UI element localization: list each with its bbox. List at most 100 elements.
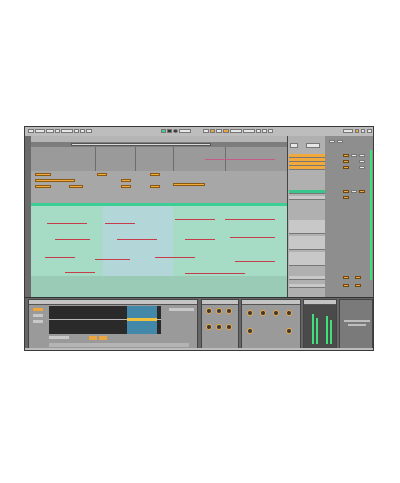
- clip-signature-field[interactable]: [33, 320, 43, 323]
- track-activator[interactable]: [343, 160, 349, 163]
- loop-toggle[interactable]: [80, 129, 85, 133]
- drop-area[interactable]: [339, 299, 373, 350]
- tone-knob[interactable]: [260, 310, 266, 316]
- track-header[interactable]: [289, 236, 325, 250]
- clip-name-field[interactable]: [33, 314, 43, 317]
- arm-button[interactable]: [355, 276, 361, 279]
- overdub-button[interactable]: [210, 129, 215, 133]
- arm-button[interactable]: [359, 160, 365, 163]
- midi-note[interactable]: [55, 239, 90, 240]
- midi-map-button[interactable]: [268, 129, 273, 133]
- midi-clip[interactable]: [97, 173, 107, 176]
- stop-icon[interactable]: [167, 129, 172, 133]
- gain-knob[interactable]: [286, 328, 292, 334]
- loop-switch[interactable]: [223, 129, 229, 133]
- master-track-header[interactable]: [289, 284, 325, 288]
- automation-line[interactable]: [205, 159, 275, 160]
- loop-start-field[interactable]: [230, 129, 242, 133]
- midi-note-editor-lower[interactable]: [31, 276, 287, 297]
- solo-button[interactable]: [351, 190, 357, 193]
- return-track-header[interactable]: [289, 276, 325, 280]
- decay-knob[interactable]: [216, 324, 222, 330]
- attack-knob[interactable]: [206, 324, 212, 330]
- track-activator[interactable]: [343, 154, 349, 157]
- midi-note[interactable]: [155, 257, 195, 258]
- midi-note[interactable]: [65, 272, 95, 273]
- track-fold-button[interactable]: [290, 143, 298, 148]
- midi-note[interactable]: [45, 257, 75, 258]
- release-knob[interactable]: [226, 324, 232, 330]
- metronome-button[interactable]: [55, 129, 60, 133]
- track-activator[interactable]: [343, 190, 349, 193]
- record-icon[interactable]: [173, 129, 178, 133]
- midi-note[interactable]: [185, 273, 245, 274]
- track-header-selected[interactable]: [289, 190, 325, 194]
- arm-button[interactable]: [359, 154, 365, 157]
- track-activator[interactable]: [343, 166, 349, 169]
- midi-clip[interactable]: [150, 185, 160, 188]
- track-activator[interactable]: [343, 196, 349, 199]
- resonance-knob[interactable]: [216, 308, 222, 314]
- midi-note[interactable]: [95, 259, 130, 260]
- position-field[interactable]: [179, 129, 191, 133]
- time-selection[interactable]: [103, 206, 173, 276]
- midi-note[interactable]: [230, 237, 275, 238]
- loop-button[interactable]: [99, 336, 107, 340]
- output-knob[interactable]: [286, 310, 292, 316]
- computer-keyboard-button[interactable]: [367, 129, 372, 133]
- session-record-button[interactable]: [216, 129, 222, 133]
- track-activator[interactable]: [343, 276, 349, 279]
- follow-button[interactable]: [74, 129, 79, 133]
- track-name-field[interactable]: [306, 143, 320, 148]
- quantize-menu[interactable]: [61, 129, 73, 133]
- overview-viewport[interactable]: [71, 143, 211, 146]
- punch-button[interactable]: [86, 129, 92, 133]
- track-header[interactable]: [289, 196, 325, 200]
- midi-note[interactable]: [225, 219, 275, 220]
- play-icon[interactable]: [161, 129, 166, 133]
- tempo-field[interactable]: [35, 129, 45, 133]
- io-toggle[interactable]: [329, 140, 335, 143]
- midi-clip[interactable]: [173, 183, 205, 186]
- zoom-field[interactable]: [169, 308, 194, 311]
- loop-length-field[interactable]: [243, 129, 255, 133]
- midi-clip[interactable]: [35, 185, 51, 188]
- midi-note[interactable]: [117, 239, 157, 240]
- midi-note[interactable]: [47, 223, 87, 224]
- envelope-knob[interactable]: [226, 308, 232, 314]
- midi-note[interactable]: [235, 261, 275, 262]
- midi-clip[interactable]: [121, 179, 131, 182]
- midi-clip[interactable]: [35, 179, 75, 182]
- midi-clip[interactable]: [35, 173, 51, 176]
- arm-button[interactable]: [355, 284, 361, 287]
- warp-mode-menu[interactable]: [49, 336, 69, 339]
- level-meter-right: [316, 318, 318, 344]
- clip-activator-button[interactable]: [33, 308, 43, 311]
- tap-tempo-button[interactable]: [28, 129, 34, 133]
- midi-clip[interactable]: [69, 185, 83, 188]
- clip-properties-row[interactable]: [49, 343, 189, 347]
- sends-toggle[interactable]: [337, 140, 343, 143]
- dry-wet-knob[interactable]: [273, 310, 279, 316]
- filter-knob[interactable]: [206, 308, 212, 314]
- automation-arm-button[interactable]: [203, 129, 209, 133]
- midi-clip[interactable]: [150, 173, 160, 176]
- sample-editor[interactable]: [49, 306, 161, 334]
- arm-button[interactable]: [359, 190, 365, 193]
- drive-knob[interactable]: [247, 310, 253, 316]
- track-header[interactable]: [289, 220, 325, 234]
- solo-button[interactable]: [351, 154, 357, 157]
- draw-mode-button[interactable]: [256, 129, 261, 133]
- track-header[interactable]: [289, 166, 325, 170]
- midi-clip[interactable]: [121, 185, 131, 188]
- track-header[interactable]: [289, 252, 325, 266]
- warp-button[interactable]: [89, 336, 97, 340]
- arm-button[interactable]: [359, 166, 365, 169]
- time-signature-field[interactable]: [46, 129, 54, 133]
- key-map-button[interactable]: [262, 129, 267, 133]
- midi-note[interactable]: [105, 223, 135, 224]
- midi-note[interactable]: [175, 219, 215, 220]
- midi-note[interactable]: [185, 239, 215, 240]
- track-activator[interactable]: [343, 284, 349, 287]
- mod-knob[interactable]: [247, 328, 253, 334]
